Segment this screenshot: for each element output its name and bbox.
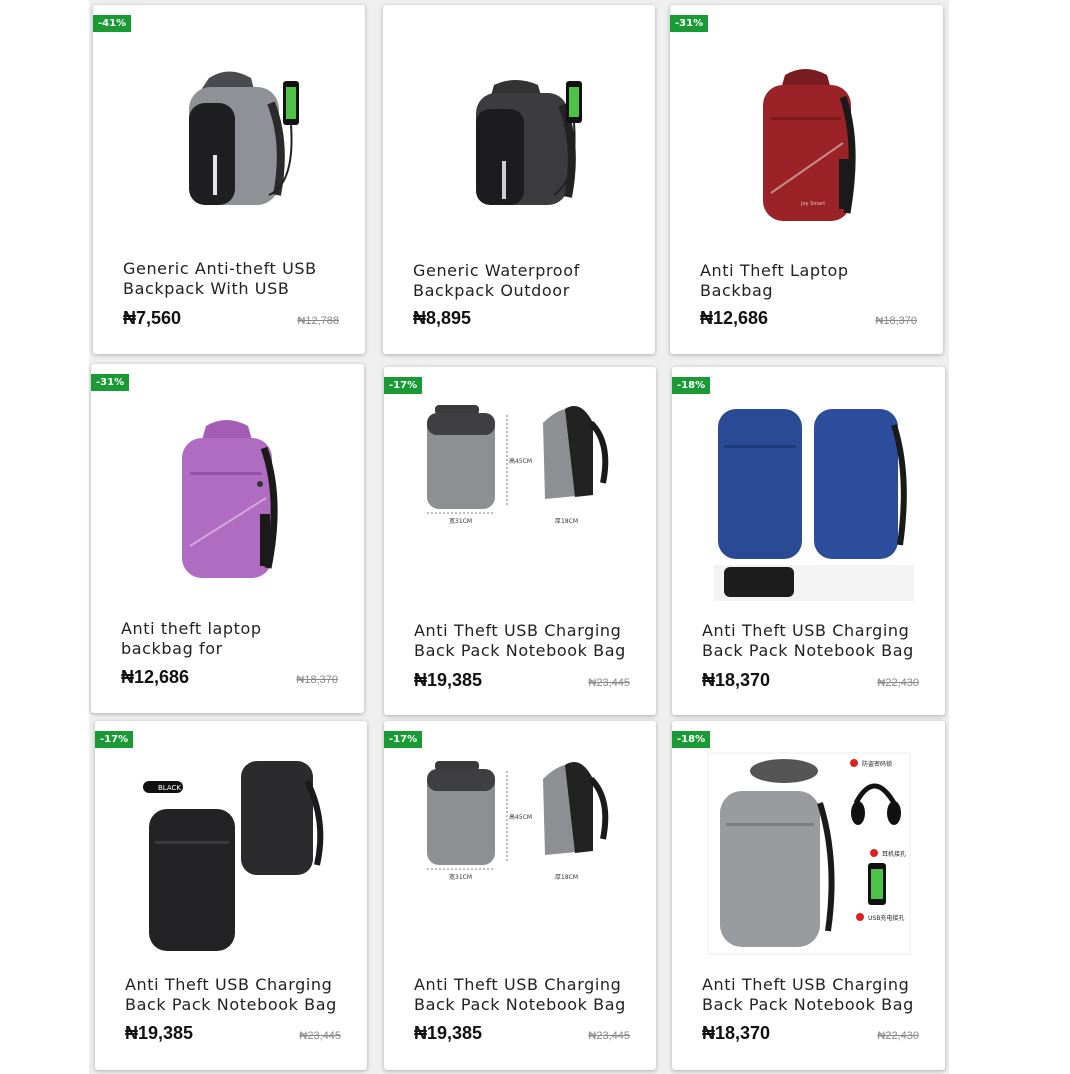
title-line: Anti theft laptop: [121, 619, 262, 638]
product-card[interactable]: -31% Joy Smart Anti Theft Laptop Backbag…: [670, 5, 943, 354]
product-card[interactable]: Generic Waterproof Backpack Outdoor ₦8,8…: [383, 5, 655, 354]
title-line: Back Pack Notebook Bag: [125, 995, 337, 1014]
discount-badge: -41%: [93, 15, 132, 32]
product-card[interactable]: -41% Generic Anti-theft USB Backpack Wit…: [93, 5, 365, 354]
dimension-label: 宽31CM: [449, 873, 472, 881]
title-line: Anti Theft USB Charging: [414, 621, 622, 640]
product-card[interactable]: -17% 高45CM 宽31CM 厚18CM Anti Theft USB Ch…: [384, 367, 656, 715]
title-line: Anti Theft USB Charging: [414, 975, 622, 994]
product-title[interactable]: Anti Theft USB Charging Back Pack Notebo…: [125, 975, 351, 1015]
product-image[interactable]: [672, 405, 945, 605]
product-title[interactable]: Anti Theft Laptop Backbag: [700, 261, 927, 301]
product-image[interactable]: [93, 63, 365, 223]
product-title[interactable]: Anti Theft USB Charging Back Pack Notebo…: [414, 975, 640, 1015]
product-price: ₦18,370: [702, 670, 771, 690]
old-price: ₦12,788: [297, 315, 339, 327]
feature-label: 耳机接孔: [882, 850, 906, 858]
title-line: Anti Theft USB Charging: [702, 975, 910, 994]
old-price: ₦22,430: [877, 1030, 919, 1042]
title-line: Generic Anti-theft USB: [123, 259, 317, 278]
product-title[interactable]: Anti Theft USB Charging Back Pack Notebo…: [414, 621, 640, 661]
dimension-label: 高45CM: [509, 457, 532, 465]
product-title[interactable]: Generic Waterproof Backpack Outdoor: [413, 261, 639, 301]
product-card[interactable]: -18% 防盗密码锁 耳机接孔 USB充电接孔 Anti Theft USB C…: [672, 721, 945, 1070]
old-price: ₦23,445: [588, 1030, 630, 1042]
discount-badge: -31%: [91, 374, 130, 391]
old-price: ₦23,445: [588, 677, 630, 689]
title-line: Generic Waterproof: [413, 261, 580, 280]
product-card[interactable]: -18% Anti Theft USB Charging Back Pack N…: [672, 367, 945, 715]
product-card[interactable]: -17% 高45CM 宽31CM 厚18CM Anti Theft USB Ch…: [384, 721, 656, 1070]
old-price: ₦22,430: [877, 677, 919, 689]
product-image[interactable]: Joy Smart: [670, 63, 943, 228]
old-price: ₦18,370: [296, 674, 338, 686]
discount-badge: -17%: [95, 731, 134, 748]
title-line: Anti Theft Laptop: [700, 261, 849, 280]
product-image[interactable]: BLACK: [95, 761, 367, 956]
dimension-label: 厚18CM: [555, 518, 578, 525]
product-price: ₦12,686: [121, 667, 190, 687]
title-line: Anti Theft USB Charging: [702, 621, 910, 640]
title-line: Back Pack Notebook Bag: [702, 641, 914, 660]
discount-badge: -18%: [672, 377, 711, 394]
title-line: Backpack With USB: [123, 279, 290, 298]
title-line: Anti Theft USB Charging: [125, 975, 333, 994]
product-card[interactable]: -17% BLACK Anti Theft USB Charging Back …: [95, 721, 367, 1070]
title-line: Back Pack Notebook Bag: [414, 995, 626, 1014]
product-price: ₦19,385: [125, 1023, 194, 1043]
product-card[interactable]: -31% Anti theft laptop backbag for ₦12,6…: [91, 364, 364, 713]
product-price: ₦8,895: [413, 308, 472, 328]
product-image[interactable]: [91, 414, 364, 584]
product-price: ₦19,385: [414, 1023, 483, 1043]
old-price: ₦23,445: [299, 1030, 341, 1042]
title-line: Backpack Outdoor: [413, 281, 570, 300]
title-line: Backbag: [700, 281, 774, 300]
product-price: ₦7,560: [123, 308, 182, 328]
product-title[interactable]: Anti Theft USB Charging Back Pack Notebo…: [702, 975, 929, 1015]
dimension-label: 宽31CM: [449, 517, 472, 525]
product-price: ₦12,686: [700, 308, 769, 328]
title-line: Back Pack Notebook Bag: [414, 641, 626, 660]
product-price: ₦18,370: [702, 1023, 771, 1043]
feature-label: USB充电接孔: [868, 914, 904, 922]
product-image[interactable]: 防盗密码锁 耳机接孔 USB充电接孔: [672, 751, 945, 956]
feature-label: 防盗密码锁: [862, 760, 892, 768]
discount-badge: -18%: [672, 731, 711, 748]
dimension-label: 厚18CM: [555, 874, 578, 881]
title-line: Back Pack Notebook Bag: [702, 995, 914, 1014]
discount-badge: -31%: [670, 15, 709, 32]
color-tag: BLACK: [158, 784, 181, 792]
product-image[interactable]: 高45CM 宽31CM 厚18CM: [384, 399, 656, 529]
old-price: ₦18,370: [875, 315, 917, 327]
product-title[interactable]: Generic Anti-theft USB Backpack With USB: [123, 259, 349, 299]
discount-badge: -17%: [384, 731, 423, 748]
product-title[interactable]: Anti Theft USB Charging Back Pack Notebo…: [702, 621, 929, 661]
product-price: ₦19,385: [414, 670, 483, 690]
dimension-label: 高45CM: [509, 813, 532, 821]
product-title[interactable]: Anti theft laptop backbag for: [121, 619, 348, 659]
title-line: backbag for: [121, 639, 223, 658]
product-image[interactable]: 高45CM 宽31CM 厚18CM: [384, 755, 656, 885]
brand-mark: Joy Smart: [800, 201, 825, 207]
discount-badge: -17%: [384, 377, 423, 394]
product-image[interactable]: [383, 75, 655, 215]
